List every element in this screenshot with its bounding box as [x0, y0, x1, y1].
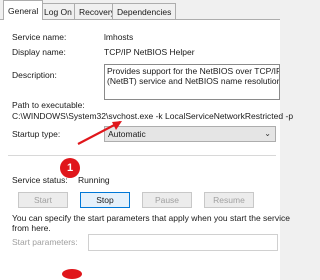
tab-general[interactable]: General: [3, 0, 44, 20]
annotation-badge: 1: [60, 158, 80, 178]
annotation-arrow: [62, 121, 122, 279]
annotation-circle-partial: [62, 269, 82, 279]
